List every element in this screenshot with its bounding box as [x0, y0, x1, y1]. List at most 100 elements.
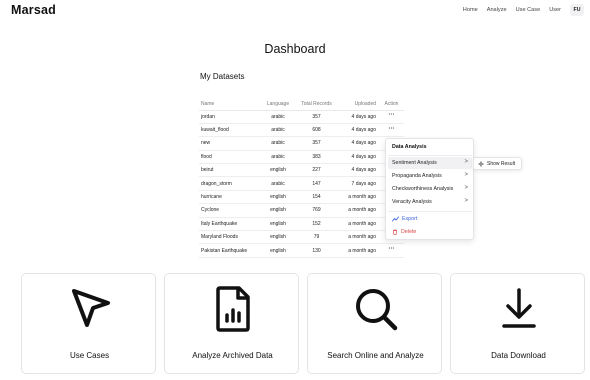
cell-name: Pakistan Earthquake [199, 243, 262, 258]
chart-line-icon [392, 216, 399, 222]
cell-uploaded: 4 days ago [339, 123, 379, 138]
menu-divider [388, 211, 472, 212]
cell-name: jordan [199, 110, 262, 124]
table-row[interactable]: Pakistan Earthquake english 130 a month … [199, 243, 404, 258]
section-title: My Datasets [200, 72, 245, 81]
header-name: Name [199, 98, 262, 111]
cell-language: english [262, 243, 294, 258]
cell-uploaded: a month ago [339, 203, 379, 218]
card-search-online-and-analyze[interactable]: Search Online and Analyze [307, 273, 442, 374]
table-row[interactable]: Cyclone english 769 a month ago ··· [199, 203, 404, 218]
datasets-table: Name Language Total Records Uploaded Act… [199, 98, 404, 258]
nav-analyze[interactable]: Analyze [487, 7, 507, 13]
search-icon [308, 284, 443, 334]
chevron-right-icon: > [464, 185, 468, 191]
card-label: Analyze Archived Data [192, 351, 273, 360]
cell-language: arabic [262, 110, 294, 124]
cell-language: english [262, 230, 294, 245]
card-data-download[interactable]: Data Download [450, 273, 585, 374]
menu-item-label: Sentiment Analysis [392, 160, 437, 166]
cell-language: english [262, 217, 294, 232]
chevron-right-icon: > [464, 159, 468, 165]
cell-uploaded: a month ago [339, 230, 379, 245]
menu-item-export[interactable]: Export [388, 213, 472, 225]
row-actions-button[interactable]: ··· [386, 126, 398, 135]
menu-item-propaganda-analysis[interactable]: Propaganda Analysis > [388, 170, 472, 182]
chevron-right-icon: > [464, 198, 468, 204]
menu-item-sentiment-analysis[interactable]: Sentiment Analysis > [388, 157, 472, 169]
data-analysis-menu: Data Analysis Sentiment Analysis > Propa… [385, 138, 474, 240]
table-row[interactable]: Italy Earthquake english 152 a month ago… [199, 217, 404, 232]
cell-language: english [262, 190, 294, 205]
top-navbar: Marsad Home Analyze Use Case User FU [0, 0, 590, 22]
table-row[interactable]: hurricane english 154 a month ago ··· [199, 190, 404, 205]
cell-name: hurricane [199, 190, 262, 205]
cell-uploaded: 4 days ago [339, 163, 379, 178]
menu-item-label: Delete [401, 229, 417, 235]
document-chart-icon [165, 284, 300, 334]
row-actions-button[interactable]: ··· [386, 112, 398, 121]
table-row[interactable]: beirut english 227 4 days ago ··· [199, 163, 404, 178]
cell-language: english [262, 163, 294, 178]
cell-name: beirut [199, 163, 262, 178]
cell-uploaded: 4 days ago [339, 136, 379, 151]
menu-header: Data Analysis [392, 144, 427, 150]
menu-item-veracity-analysis[interactable]: Veracity Analysis > [388, 196, 472, 208]
header-total-records: Total Records [294, 98, 339, 111]
row-actions-button[interactable]: ··· [386, 246, 398, 255]
header-action: Action [379, 98, 404, 111]
show-result-submenu[interactable]: Show Result [473, 157, 522, 170]
cell-records: 147 [294, 176, 339, 191]
trash-icon [393, 229, 397, 235]
cell-language: arabic [262, 176, 294, 191]
table-header-row: Name Language Total Records Uploaded Act… [199, 98, 404, 111]
menu-item-label: Checkworthiness Analysis [392, 186, 454, 192]
page-title: Dashboard [264, 42, 326, 56]
cell-records: 130 [294, 243, 339, 258]
cell-records: 608 [294, 123, 339, 138]
card-use-cases[interactable]: Use Cases [21, 273, 156, 374]
table-row[interactable]: jordan arabic 357 4 days ago ··· [199, 110, 404, 124]
cell-uploaded: a month ago [339, 243, 379, 258]
sparkle-icon [478, 160, 484, 167]
cell-language: arabic [262, 136, 294, 151]
brand-logo[interactable]: Marsad [11, 3, 56, 17]
cell-records: 152 [294, 217, 339, 232]
nav-user[interactable]: User [549, 7, 561, 13]
table-row[interactable]: Maryland Floods english 79 a month ago ·… [199, 230, 404, 245]
menu-item-label: Propaganda Analysis [392, 173, 442, 179]
menu-item-label: Veracity Analysis [392, 199, 432, 205]
card-label: Use Cases [69, 351, 110, 360]
cell-records: 357 [294, 136, 339, 151]
cell-language: arabic [262, 150, 294, 165]
card-label: Search Online and Analyze [327, 351, 424, 360]
header-language: Language [262, 98, 294, 111]
table-row[interactable]: flood arabic 383 4 days ago ··· [199, 150, 404, 165]
cell-name: Maryland Floods [199, 230, 262, 245]
cell-uploaded: a month ago [339, 217, 379, 232]
user-avatar[interactable]: FU [570, 4, 584, 16]
table-row[interactable]: new arabic 357 4 days ago ··· [199, 136, 404, 151]
cell-records: 383 [294, 150, 339, 165]
cell-name: Cyclone [199, 203, 262, 218]
cell-records: 154 [294, 190, 339, 205]
card-analyze-archived-data[interactable]: Analyze Archived Data [164, 273, 299, 374]
cell-records: 357 [294, 110, 339, 124]
chevron-right-icon: > [464, 172, 468, 178]
menu-item-delete[interactable]: Delete [388, 226, 472, 238]
nav-links: Home Analyze Use Case User FU [463, 4, 584, 16]
menu-item-checkworthiness-analysis[interactable]: Checkworthiness Analysis > [388, 183, 472, 195]
nav-home[interactable]: Home [463, 7, 478, 13]
table-row[interactable]: kuwait_flood arabic 608 4 days ago ··· [199, 123, 404, 138]
menu-divider [388, 155, 472, 156]
cell-uploaded: 4 days ago [339, 150, 379, 165]
table-row[interactable]: dragon_storm arabic 147 7 days ago ··· [199, 176, 404, 191]
card-label: Data Download [491, 351, 546, 360]
cell-name: flood [199, 150, 262, 165]
cell-records: 769 [294, 203, 339, 218]
cell-records: 79 [294, 230, 339, 245]
cell-language: arabic [262, 123, 294, 138]
cell-name: new [199, 136, 262, 151]
nav-use-case[interactable]: Use Case [516, 7, 541, 13]
cell-language: english [262, 203, 294, 218]
